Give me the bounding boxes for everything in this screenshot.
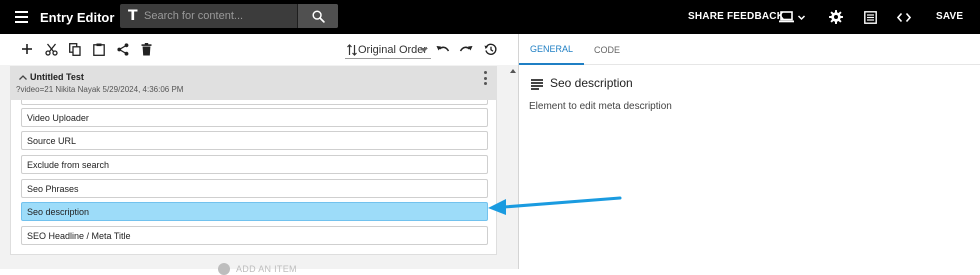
list-item-label: Exclude from search	[27, 160, 110, 170]
list-item-label: Seo description	[27, 207, 90, 217]
list-item[interactable]: SEO Headline / Meta Title	[21, 226, 488, 245]
copy-button[interactable]	[66, 40, 84, 58]
list-view-button[interactable]	[860, 7, 880, 27]
panel-tabs: GENERAL CODE	[519, 34, 980, 65]
save-button[interactable]: SAVE	[936, 11, 963, 22]
history-icon	[484, 43, 497, 55]
gear-icon	[829, 10, 843, 24]
caret-down-icon	[420, 48, 428, 52]
redo-icon	[459, 46, 473, 52]
text-lines-icon	[531, 79, 543, 90]
field-list: Video Uploader Source URL Exclude from s…	[10, 100, 497, 255]
properties-panel: GENERAL CODE Seo description Element to …	[518, 34, 980, 269]
undo-button[interactable]	[434, 40, 452, 58]
add-button[interactable]	[18, 40, 36, 58]
chevron-up-icon[interactable]	[18, 73, 28, 83]
menu-icon[interactable]	[12, 7, 32, 27]
add-item-label[interactable]: ADD AN ITEM	[236, 264, 297, 274]
list-item[interactable]: Exclude from search	[21, 155, 488, 174]
list-view-icon	[863, 10, 877, 24]
laptop-icon	[778, 11, 794, 23]
editor-toolbar: Original Order	[0, 34, 518, 65]
sort-order-select[interactable]: Original Order	[345, 41, 431, 59]
share-icon	[117, 42, 129, 56]
history-button[interactable]	[481, 40, 499, 58]
text-type-icon: T	[128, 8, 138, 24]
delete-icon	[141, 42, 151, 55]
sort-icon	[347, 44, 357, 56]
list-item-partial	[21, 100, 488, 105]
search-input[interactable]	[144, 7, 294, 25]
entry-title: Untitled Test	[30, 72, 84, 82]
app-title: Entry Editor	[40, 10, 115, 25]
settings-button[interactable]	[826, 7, 846, 27]
tree-scrollbar[interactable]	[508, 65, 518, 269]
property-title: Seo description	[550, 76, 633, 90]
search-icon	[311, 9, 325, 23]
list-item-selected[interactable]: Seo description	[21, 202, 488, 221]
search-box: T	[120, 4, 338, 28]
share-button[interactable]	[114, 40, 132, 58]
list-item[interactable]: Seo Phrases	[21, 179, 488, 198]
tab-general[interactable]: GENERAL	[519, 34, 585, 65]
paste-icon	[93, 43, 105, 56]
cut-icon	[44, 43, 58, 56]
property-description: Element to edit meta description	[529, 101, 672, 112]
tree-root-header[interactable]: Untitled Test ?video=21 Nikita Nayak 5/2…	[10, 66, 497, 100]
search-button[interactable]	[298, 4, 338, 28]
redo-button[interactable]	[457, 40, 475, 58]
delete-button[interactable]	[137, 40, 155, 58]
code-icon	[897, 12, 911, 22]
undo-icon	[436, 46, 450, 52]
paste-button[interactable]	[90, 40, 108, 58]
add-item-icon[interactable]	[218, 263, 230, 275]
code-view-button[interactable]	[894, 7, 914, 27]
device-preview-button[interactable]	[778, 7, 806, 27]
copy-icon	[69, 42, 81, 56]
tab-code[interactable]: CODE	[583, 34, 631, 65]
list-item-label: Seo Phrases	[27, 184, 79, 194]
list-item-label: SEO Headline / Meta Title	[27, 231, 131, 241]
top-bar: Entry Editor T SHARE FEEDBACK SA	[0, 0, 980, 34]
entry-meta: ?video=21 Nikita Nayak 5/29/2024, 4:36:0…	[16, 85, 184, 94]
scroll-up-icon[interactable]	[510, 69, 516, 73]
sort-order-label: Original Order	[358, 43, 428, 56]
list-item-label: Source URL	[27, 136, 77, 146]
list-item[interactable]: Video Uploader	[21, 108, 488, 127]
list-item-label: Video Uploader	[27, 113, 89, 123]
more-options-icon[interactable]	[482, 71, 488, 85]
add-icon	[22, 44, 32, 54]
chevron-down-icon	[797, 14, 805, 20]
list-item[interactable]: Source URL	[21, 131, 488, 150]
share-feedback-button[interactable]: SHARE FEEDBACK	[688, 11, 784, 22]
cut-button[interactable]	[42, 40, 60, 58]
